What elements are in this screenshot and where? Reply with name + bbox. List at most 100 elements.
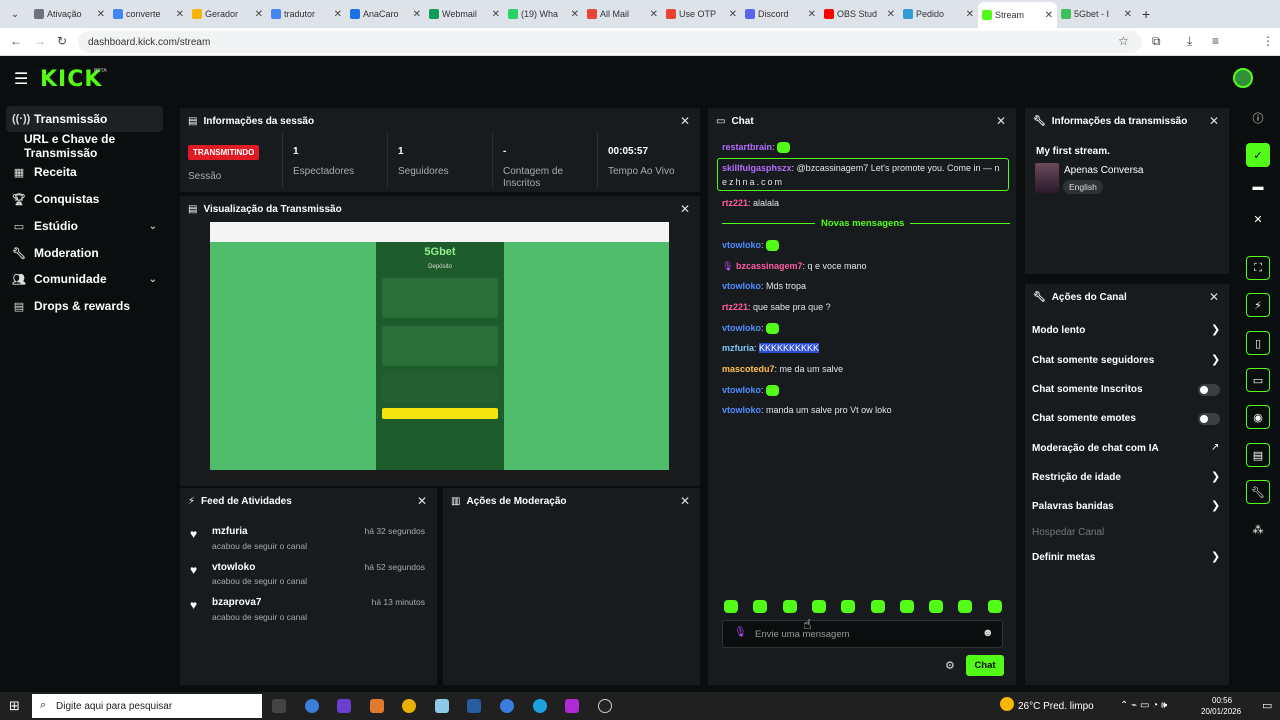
components-icon[interactable]: ⁂ bbox=[1246, 517, 1270, 541]
broadcast-icon[interactable]: ◉ bbox=[1246, 405, 1270, 429]
back-icon[interactable]: ← bbox=[10, 34, 22, 48]
tab-close-icon[interactable]: ✕ bbox=[887, 9, 895, 20]
sidebar-item-receita[interactable]: ▦ Receita bbox=[6, 159, 163, 185]
browser-tab[interactable]: Gerador ✕ bbox=[188, 3, 267, 25]
sidebar-item-moderation[interactable]: 🔧︎ Moderation bbox=[6, 240, 163, 266]
chat-settings-gear-icon[interactable]: ⚙ bbox=[945, 659, 955, 672]
browser-tab[interactable]: OBS Stud ✕ bbox=[820, 3, 899, 25]
tab-search-icon[interactable]: ⌄ bbox=[0, 9, 30, 20]
browser-tab[interactable]: tradutor ✕ bbox=[267, 3, 346, 25]
chat-username[interactable]: rtz221 bbox=[722, 198, 748, 208]
emotes-only-toggle[interactable] bbox=[1198, 413, 1220, 425]
action-set-goals[interactable]: Definir metas bbox=[1032, 552, 1095, 563]
tab-close-icon[interactable]: ✕ bbox=[176, 9, 184, 20]
chat-username[interactable]: vtowloko bbox=[722, 405, 761, 415]
chevron-right-icon[interactable]: ❯ bbox=[1211, 550, 1220, 563]
checkmark-icon[interactable]: ✓ bbox=[1246, 143, 1270, 167]
tab-close-icon[interactable]: ✕ bbox=[492, 9, 500, 20]
action-slow-mode[interactable]: Modo lento bbox=[1032, 325, 1085, 336]
action-age-restriction[interactable]: Restrição de idade bbox=[1032, 472, 1121, 483]
app-icon[interactable] bbox=[337, 699, 351, 713]
forward-icon[interactable]: → bbox=[34, 34, 46, 48]
tab-close-icon[interactable]: ✕ bbox=[334, 9, 342, 20]
chevron-right-icon[interactable]: ❯ bbox=[1211, 353, 1220, 366]
action-ai-moderation[interactable]: Moderação de chat com IA bbox=[1032, 443, 1159, 454]
server-icon[interactable]: ▤ bbox=[1246, 443, 1270, 467]
browser-tab[interactable]: Use OTP ✕ bbox=[662, 3, 741, 25]
sidebar-item-transmissao[interactable]: ((·)) Transmissão bbox=[6, 106, 163, 132]
windows-start-icon[interactable]: ⊞ bbox=[9, 698, 20, 714]
quick-emote-icon[interactable] bbox=[753, 600, 768, 613]
quick-emote-icon[interactable] bbox=[724, 600, 738, 613]
media-icon[interactable]: ≡ bbox=[1212, 34, 1219, 48]
extensions-icon[interactable]: ⧉ bbox=[1152, 34, 1161, 49]
chat-username[interactable]: restartbrain bbox=[722, 142, 772, 152]
chrome-icon[interactable] bbox=[402, 699, 416, 713]
address-bar[interactable]: dashboard.kick.com/stream bbox=[78, 31, 1142, 53]
edge-icon[interactable] bbox=[533, 699, 547, 713]
close-icon[interactable]: ✕ bbox=[680, 202, 690, 216]
reload-icon[interactable]: ↻ bbox=[57, 34, 67, 48]
chat-username[interactable]: mascotedu7 bbox=[722, 364, 775, 374]
hamburger-menu-icon[interactable]: ☰ bbox=[14, 69, 28, 89]
quick-emote-icon[interactable] bbox=[841, 600, 856, 613]
browser-tab[interactable]: Pedido ✕ bbox=[899, 3, 978, 25]
bolt-icon[interactable]: ⚡︎ bbox=[1246, 293, 1270, 317]
sidebar-item-estudio[interactable]: ▭ Estúdio ⌄ bbox=[6, 213, 163, 239]
stream-preview-video[interactable]: 5Gbet Depósito bbox=[210, 222, 669, 480]
obs-icon[interactable] bbox=[598, 699, 612, 713]
quick-emote-icon[interactable] bbox=[870, 600, 885, 613]
tab-close-icon[interactable]: ✕ bbox=[571, 9, 579, 20]
emoji-picker-icon[interactable]: ☻ bbox=[982, 627, 994, 639]
browser-tab[interactable]: 5Gbet - I ✕ bbox=[1057, 3, 1136, 25]
sidebar-item-comunidade[interactable]: 👥︎ Comunidade ⌄ bbox=[6, 266, 163, 292]
layout-icon[interactable]: ▬ bbox=[1246, 175, 1270, 199]
notification-icon[interactable]: ▭ bbox=[1262, 699, 1272, 712]
browser-tab[interactable]: Discord ✕ bbox=[741, 3, 820, 25]
chevron-right-icon[interactable]: ❯ bbox=[1211, 499, 1220, 512]
feed-user[interactable]: bzaprova7 bbox=[212, 597, 261, 608]
wrench-icon[interactable]: 🔧︎ bbox=[1246, 480, 1270, 504]
browser-tab[interactable]: converte ✕ bbox=[109, 3, 188, 25]
browser-tab[interactable]: Stream ✕ bbox=[978, 2, 1057, 28]
document-icon[interactable]: ▯ bbox=[1246, 331, 1270, 355]
close-icon[interactable]: ✕ bbox=[996, 114, 1006, 128]
system-tray-icons[interactable]: ⌃ ⌁ ▭ ◔ 🕪︎ bbox=[1120, 700, 1167, 711]
taskbar-search[interactable]: ⌕ Digite aqui para pesquisar bbox=[32, 694, 262, 718]
chat-send-button[interactable]: Chat bbox=[966, 655, 1004, 676]
chat-username[interactable]: bzcassinagem7 bbox=[736, 261, 803, 271]
sidebar-item-drops[interactable]: ▤ Drops & rewards bbox=[6, 293, 163, 319]
action-followers-only[interactable]: Chat somente seguidores bbox=[1032, 355, 1154, 366]
tab-close-icon[interactable]: ✕ bbox=[650, 9, 658, 20]
external-link-icon[interactable]: ↗ bbox=[1211, 442, 1219, 453]
tab-close-icon[interactable]: ✕ bbox=[97, 9, 105, 20]
task-view-icon[interactable] bbox=[272, 699, 286, 713]
chat-username[interactable]: vtowloko bbox=[722, 385, 761, 395]
app-icon[interactable] bbox=[370, 699, 384, 713]
app-icon[interactable] bbox=[305, 699, 319, 713]
chat-username[interactable]: vtowloko bbox=[722, 240, 761, 250]
chat-username[interactable]: vtowloko bbox=[722, 323, 761, 333]
close-icon[interactable]: ✕ bbox=[417, 494, 427, 508]
tab-close-icon[interactable]: ✕ bbox=[255, 9, 263, 20]
tab-close-icon[interactable]: ✕ bbox=[729, 9, 737, 20]
sidebar-item-url-key[interactable]: URL e Chave de Transmissão bbox=[18, 132, 178, 160]
quick-emote-icon[interactable] bbox=[811, 600, 826, 613]
calculator-icon[interactable] bbox=[467, 699, 481, 713]
browser-tab[interactable]: Webmail ✕ bbox=[425, 3, 504, 25]
feed-user[interactable]: vtowloko bbox=[212, 562, 255, 573]
browser-tab[interactable]: AnaCaro ✕ bbox=[346, 3, 425, 25]
browser-tab[interactable]: All Mail ✕ bbox=[583, 3, 662, 25]
notepad-icon[interactable] bbox=[435, 699, 449, 713]
quick-emote-icon[interactable] bbox=[958, 600, 973, 613]
bookmark-star-icon[interactable]: ☆ bbox=[1118, 34, 1129, 48]
weather-text[interactable]: 26°C Pred. limpo bbox=[1018, 701, 1094, 712]
tab-close-icon[interactable]: ✕ bbox=[966, 9, 974, 20]
fullscreen-icon[interactable]: ⛶ bbox=[1246, 256, 1270, 280]
stream-title[interactable]: My first stream. bbox=[1036, 146, 1110, 157]
subs-only-toggle[interactable] bbox=[1198, 384, 1220, 396]
browser-tab[interactable]: (19) Wha ✕ bbox=[504, 3, 583, 25]
sidebar-item-conquistas[interactable]: 🏆︎ Conquistas bbox=[6, 186, 163, 212]
app-icon[interactable] bbox=[500, 699, 514, 713]
mic-icon[interactable]: 🎙︎ bbox=[734, 627, 747, 638]
